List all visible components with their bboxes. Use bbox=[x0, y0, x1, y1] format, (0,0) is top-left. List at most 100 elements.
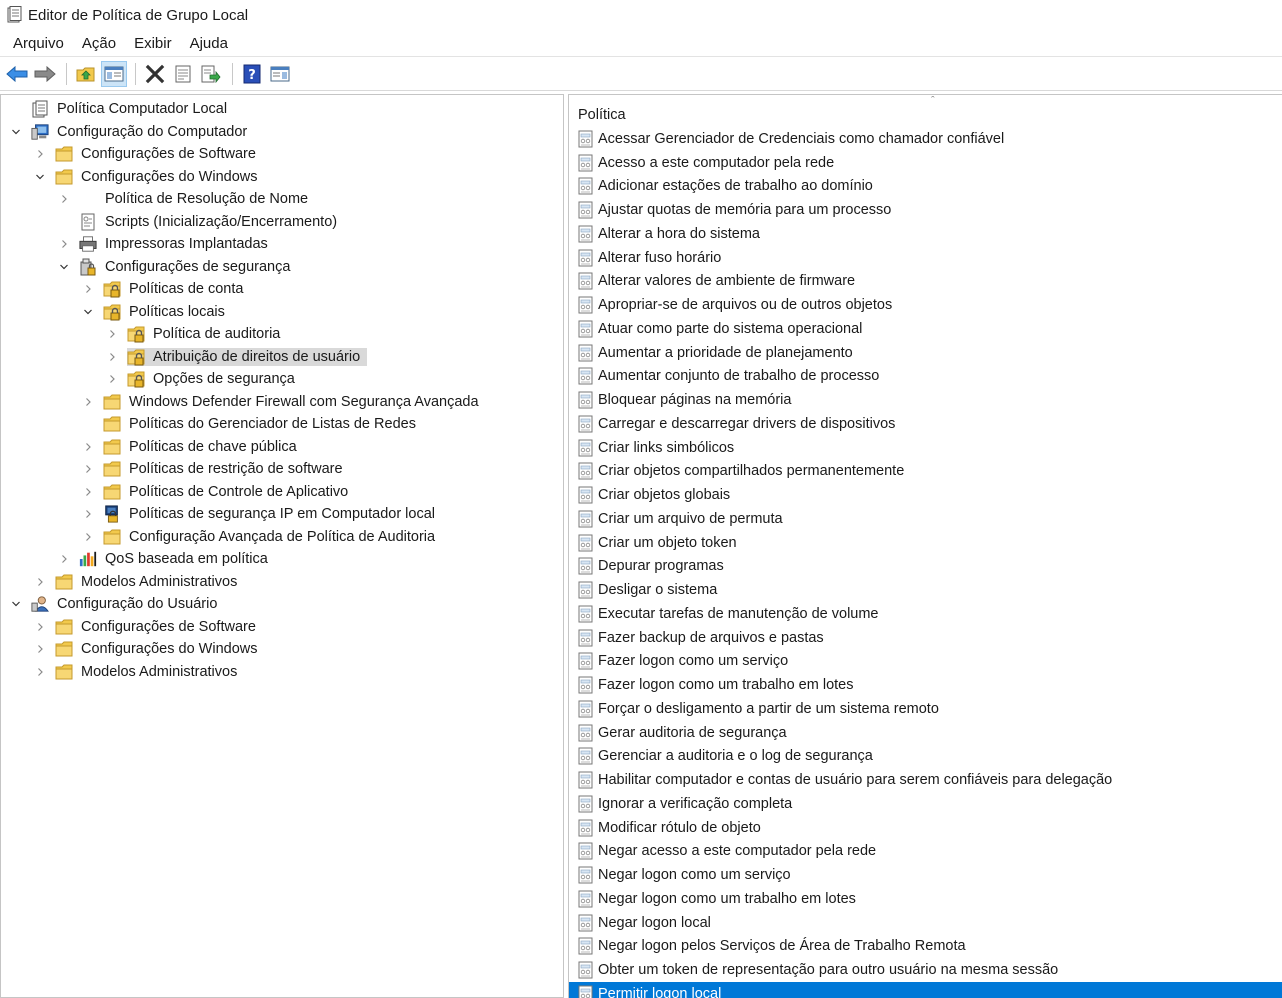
policy-list-item[interactable]: Atuar como parte do sistema operacional bbox=[569, 317, 1282, 341]
chevron-right-icon[interactable] bbox=[105, 327, 119, 341]
tree-node-content[interactable]: Configurações de segurança bbox=[79, 258, 297, 276]
tree-node-content[interactable]: Políticas do Gerenciador de Listas de Re… bbox=[103, 415, 423, 433]
policy-list-item[interactable]: Criar objetos globais bbox=[569, 483, 1282, 507]
chevron-right-icon[interactable] bbox=[33, 665, 47, 679]
tree-node-content[interactable]: Políticas de segurança IP em Computador … bbox=[103, 505, 442, 523]
tree-node-content[interactable]: Configuração do Usuário bbox=[31, 595, 224, 613]
show-hide-tree-button[interactable] bbox=[101, 60, 127, 87]
tree-node[interactable]: Políticas do Gerenciador de Listas de Re… bbox=[81, 413, 423, 435]
menu-item[interactable]: Ajuda bbox=[181, 31, 237, 56]
help-button[interactable]: ? bbox=[239, 61, 265, 87]
policy-list-pane[interactable]: Política ˆ Acessar Gerenciador de Creden… bbox=[568, 94, 1282, 998]
policy-list-item[interactable]: Acessar Gerenciador de Credenciais como … bbox=[569, 127, 1282, 151]
policy-list-item[interactable]: Desligar o sistema bbox=[569, 578, 1282, 602]
policy-list-item[interactable]: Modificar rótulo de objeto bbox=[569, 816, 1282, 840]
tree-node-content[interactable]: Modelos Administrativos bbox=[55, 573, 244, 591]
chevron-right-icon[interactable] bbox=[33, 147, 47, 161]
tree-node-content[interactable]: Políticas de conta bbox=[103, 280, 250, 298]
export-list-button[interactable] bbox=[198, 61, 224, 87]
tree-node-content[interactable]: Configurações do Windows bbox=[55, 640, 265, 658]
policy-list-item[interactable]: Negar acesso a este computador pela rede bbox=[569, 840, 1282, 864]
chevron-right-icon[interactable] bbox=[105, 350, 119, 364]
tree-node-content[interactable]: Política Computador Local bbox=[31, 100, 234, 118]
tree-node-content[interactable]: Políticas de chave pública bbox=[103, 438, 304, 456]
tree-node[interactable]: Opções de segurança bbox=[105, 368, 302, 390]
chevron-right-icon[interactable] bbox=[81, 462, 95, 476]
tree-node[interactable]: Configurações de Software bbox=[33, 616, 263, 638]
policy-list-item[interactable]: Apropriar-se de arquivos ou de outros ob… bbox=[569, 293, 1282, 317]
chevron-right-icon[interactable] bbox=[57, 552, 71, 566]
policy-list-item[interactable]: Fazer logon como um serviço bbox=[569, 650, 1282, 674]
tree-node[interactable]: Atribuição de direitos de usuário bbox=[105, 346, 368, 368]
tree-node[interactable]: Scripts (Inicialização/Encerramento) bbox=[57, 211, 344, 233]
tree-node-content[interactable]: Configuração do Computador bbox=[31, 123, 254, 141]
tree-node-content[interactable]: Políticas de Controle de Aplicativo bbox=[103, 483, 355, 501]
tree-node-content[interactable]: Windows Defender Firewall com Segurança … bbox=[103, 393, 486, 411]
forward-button[interactable] bbox=[32, 61, 58, 87]
tree-node[interactable]: Políticas de chave pública bbox=[81, 436, 304, 458]
tree-node-content[interactable]: Opções de segurança bbox=[127, 370, 302, 388]
tree-node[interactable]: Políticas de Controle de Aplicativo bbox=[81, 481, 355, 503]
tree-node-content[interactable]: Configurações de Software bbox=[55, 145, 263, 163]
policy-list-item[interactable]: Criar objetos compartilhados permanentem… bbox=[569, 460, 1282, 484]
tree-node-content[interactable]: Scripts (Inicialização/Encerramento) bbox=[79, 213, 344, 231]
tree-node-content[interactable]: Modelos Administrativos bbox=[55, 663, 244, 681]
policy-list-item[interactable]: Ajustar quotas de memória para um proces… bbox=[569, 198, 1282, 222]
tree-node-content[interactable]: Configurações de Software bbox=[55, 618, 263, 636]
tree-node[interactable]: Configurações de Software bbox=[33, 143, 263, 165]
policy-list-item[interactable]: Gerar auditoria de segurança bbox=[569, 721, 1282, 745]
policy-list-item[interactable]: Aumentar a prioridade de planejamento bbox=[569, 341, 1282, 365]
policy-list-item[interactable]: Executar tarefas de manutenção de volume bbox=[569, 602, 1282, 626]
tree-node[interactable]: Configurações do Windows bbox=[33, 166, 265, 188]
policy-list-item[interactable]: Depurar programas bbox=[569, 555, 1282, 579]
policy-list-item[interactable]: Criar links simbólicos bbox=[569, 436, 1282, 460]
tree-node[interactable]: Configurações de segurança bbox=[57, 256, 297, 278]
tree-node[interactable]: Modelos Administrativos bbox=[33, 661, 244, 683]
chevron-down-icon[interactable] bbox=[57, 260, 71, 274]
tree-node[interactable]: Políticas de restrição de software bbox=[81, 458, 350, 480]
chevron-down-icon[interactable] bbox=[33, 170, 47, 184]
chevron-down-icon[interactable] bbox=[9, 597, 23, 611]
policy-list-item[interactable]: Negar logon como um serviço bbox=[569, 863, 1282, 887]
chevron-right-icon[interactable] bbox=[105, 372, 119, 386]
policy-list-item[interactable]: Gerenciar a auditoria e o log de seguran… bbox=[569, 745, 1282, 769]
policy-list-item[interactable]: Fazer logon como um trabalho em lotes bbox=[569, 673, 1282, 697]
delete-button[interactable] bbox=[142, 61, 168, 87]
tree-node[interactable]: Configuração do Computador bbox=[9, 121, 254, 143]
chevron-down-icon[interactable] bbox=[81, 305, 95, 319]
tree-node-content[interactable]: Impressoras Implantadas bbox=[79, 235, 275, 253]
tree-node-content[interactable]: Atribuição de direitos de usuário bbox=[127, 347, 368, 366]
tree-node[interactable]: Política de auditoria bbox=[105, 323, 287, 345]
policy-list-item[interactable]: Forçar o desligamento a partir de um sis… bbox=[569, 697, 1282, 721]
policy-list-item[interactable]: Alterar a hora do sistema bbox=[569, 222, 1282, 246]
chevron-right-icon[interactable] bbox=[81, 507, 95, 521]
tree-node[interactable]: Políticas locais bbox=[81, 301, 232, 323]
policy-list-item[interactable]: Fazer backup de arquivos e pastas bbox=[569, 626, 1282, 650]
policy-list-item[interactable]: Alterar fuso horário bbox=[569, 246, 1282, 270]
back-button[interactable] bbox=[4, 61, 30, 87]
tree-node[interactable]: Políticas de segurança IP em Computador … bbox=[81, 503, 442, 525]
menu-item[interactable]: Ação bbox=[73, 31, 125, 56]
tree-node-content[interactable]: Política de Resolução de Nome bbox=[79, 190, 315, 208]
action-pane-button[interactable] bbox=[267, 61, 293, 87]
tree-node[interactable]: Política de Resolução de Nome bbox=[57, 188, 315, 210]
policy-list-item[interactable]: Bloquear páginas na memória bbox=[569, 388, 1282, 412]
tree-node[interactable]: Política Computador Local bbox=[9, 98, 234, 120]
tree-node-content[interactable]: Política de auditoria bbox=[127, 325, 287, 343]
tree-node[interactable]: Configuração Avançada de Política de Aud… bbox=[81, 526, 442, 548]
chevron-right-icon[interactable] bbox=[81, 485, 95, 499]
chevron-right-icon[interactable] bbox=[33, 575, 47, 589]
up-level-button[interactable] bbox=[73, 61, 99, 87]
properties-button[interactable] bbox=[170, 61, 196, 87]
policy-list-item[interactable]: Negar logon pelos Serviços de Área de Tr… bbox=[569, 935, 1282, 959]
policy-list-item[interactable]: Negar logon local bbox=[569, 911, 1282, 935]
tree-node[interactable]: Configurações do Windows bbox=[33, 638, 265, 660]
tree-node[interactable]: Impressoras Implantadas bbox=[57, 233, 275, 255]
policy-list-item[interactable]: Permitir logon local bbox=[569, 982, 1282, 998]
column-header-policy[interactable]: Política bbox=[569, 95, 1282, 129]
menu-item[interactable]: Arquivo bbox=[4, 31, 73, 56]
tree-node[interactable]: Windows Defender Firewall com Segurança … bbox=[81, 391, 486, 413]
tree-node-content[interactable]: Políticas de restrição de software bbox=[103, 460, 350, 478]
chevron-right-icon[interactable] bbox=[57, 192, 71, 206]
policy-list-item[interactable]: Ignorar a verificação completa bbox=[569, 792, 1282, 816]
